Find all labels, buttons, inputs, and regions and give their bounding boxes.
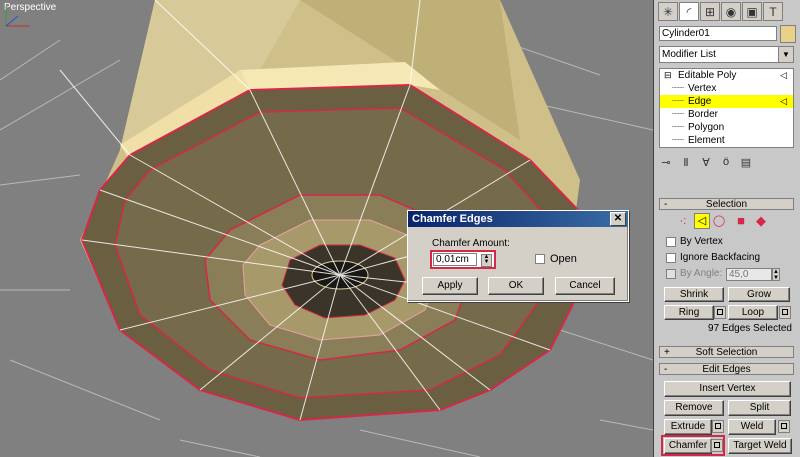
chamfer-amount-input[interactable] [433,253,477,266]
stack-item-polygon[interactable]: ┈┈ Polygon [660,121,793,134]
stack-item-label: Edge [688,96,712,107]
insert-vertex-button[interactable]: Insert Vertex [664,381,791,397]
stack-item-border[interactable]: ┈┈ Border [660,108,793,121]
chamfer-highlight [661,435,725,456]
stack-toolbar: ⊸ Ⅱ ∀ ö ▤ [659,156,794,174]
configure-sets-icon[interactable]: ▤ [739,156,753,174]
weld-button[interactable]: Weld [728,419,776,435]
vertex-mode-icon[interactable]: ·: [676,214,690,228]
weld-settings-icon[interactable] [778,420,790,433]
ignore-backfacing-checkbox[interactable] [666,253,676,263]
angle-value-field[interactable]: 45,0 [726,268,772,281]
open-label: Open [550,253,577,265]
stack-item-edge[interactable]: ┈┈ Edge ◁ [660,95,793,108]
stack-root-label: Editable Poly [678,70,737,81]
remove-button[interactable]: Remove [664,400,724,416]
modifier-list-label: Modifier List [662,49,716,60]
chamfer-amount-label: Chamfer Amount: [432,238,510,249]
utilities-icon[interactable]: T [763,2,783,21]
loop-spinner-icon[interactable] [779,306,791,319]
rollout-collapse-icon: - [664,199,668,210]
show-end-result-icon[interactable]: Ⅱ [679,156,693,174]
selection-mode-icon: ◁ [780,96,787,106]
cancel-button[interactable]: Cancel [555,277,615,295]
ok-button[interactable]: OK [488,277,544,295]
by-vertex-checkbox[interactable] [666,237,676,247]
extrude-settings-icon[interactable] [712,420,724,433]
object-color-swatch[interactable] [780,25,796,43]
stack-item-element[interactable]: ┈┈ Element [660,134,793,147]
edit-edges-rollout-header[interactable]: - Edit Edges [659,363,794,375]
chamfer-amount-spinner: ▲▼ [430,250,496,269]
stack-item-editable-poly[interactable]: ⊟ Editable Poly ◁ [660,69,793,82]
target-weld-button[interactable]: Target Weld [728,438,792,454]
stack-item-label: Border [688,109,719,120]
modify-icon[interactable]: ◜ [679,2,699,21]
loop-button[interactable]: Loop [728,305,778,320]
hierarchy-icon[interactable]: ⊞ [700,2,720,21]
border-mode-icon[interactable]: ◯ [712,214,726,228]
edge-mode-icon[interactable]: ◁ [694,213,710,229]
rollout-collapse-icon: - [664,364,668,375]
remove-modifier-icon[interactable]: ö [719,156,733,174]
rollout-expand-icon: + [664,347,670,358]
panel-tabs: ✳ ◜ ⊞ ◉ ▣ T [658,2,783,22]
spinner-arrows-icon[interactable]: ▲ ▼ [481,254,492,267]
dialog-title: Chamfer Edges [412,213,493,225]
rollout-title: Soft Selection [695,347,758,358]
ignore-backfacing-label: Ignore Backfacing [680,252,761,263]
open-checkbox[interactable] [535,254,545,264]
modifier-stack: ⊟ Editable Poly ◁ ┈┈ Vertex ┈┈ Edge ◁ ┈┈ Bor… [659,68,794,148]
modifier-list-dropdown[interactable]: Modifier List ▼ [659,46,794,63]
stack-item-label: Element [688,135,725,146]
command-panel: ✳ ◜ ⊞ ◉ ▣ T Cylinder01 Modifier List ▼ ⊟… [653,0,800,457]
shrink-button[interactable]: Shrink [664,287,724,302]
motion-icon[interactable]: ◉ [721,2,741,21]
axis-gizmo-icon [5,6,30,27]
by-angle-checkbox[interactable] [666,269,676,279]
display-icon[interactable]: ▣ [742,2,762,21]
stack-item-label: Vertex [688,83,717,94]
rollout-title: Edit Edges [702,364,751,375]
extrude-button[interactable]: Extrude [664,419,712,435]
angle-spinner-icon[interactable]: ▲ ▼ [772,268,780,281]
create-icon[interactable]: ✳ [658,2,678,21]
rollout-title: Selection [705,199,748,210]
pin-stack-icon[interactable]: ⊸ [659,156,673,174]
collapse-icon[interactable]: ⊟ [664,69,672,82]
by-vertex-label: By Vertex [680,236,723,247]
selection-rollout-header[interactable]: - Selection [659,198,794,210]
apply-button[interactable]: Apply [422,277,478,295]
soft-selection-rollout-header[interactable]: + Soft Selection [659,346,794,358]
dialog-title-bar[interactable]: Chamfer Edges ✕ [408,211,628,227]
object-name-field[interactable]: Cylinder01 [659,26,777,41]
close-icon[interactable]: ✕ [610,212,626,226]
chamfer-edges-dialog: Chamfer Edges ✕ Chamfer Amount: ▲▼ Open … [407,210,629,302]
stack-item-label: Polygon [688,122,725,133]
chevron-down-icon[interactable]: ▼ [778,47,793,62]
grow-button[interactable]: Grow [728,287,790,302]
by-angle-label: By Angle: [680,268,723,279]
selection-status: 97 Edges Selected [708,323,792,334]
element-mode-icon[interactable]: ◆ [754,214,768,228]
make-unique-icon[interactable]: ∀ [699,156,713,174]
split-button[interactable]: Split [728,400,791,416]
selection-mode-icon: ◁ [780,70,787,80]
polygon-mode-icon[interactable]: ■ [734,214,748,228]
stack-item-vertex[interactable]: ┈┈ Vertex [660,82,793,95]
ring-spinner-icon[interactable] [714,306,726,319]
ring-button[interactable]: Ring [664,305,714,320]
